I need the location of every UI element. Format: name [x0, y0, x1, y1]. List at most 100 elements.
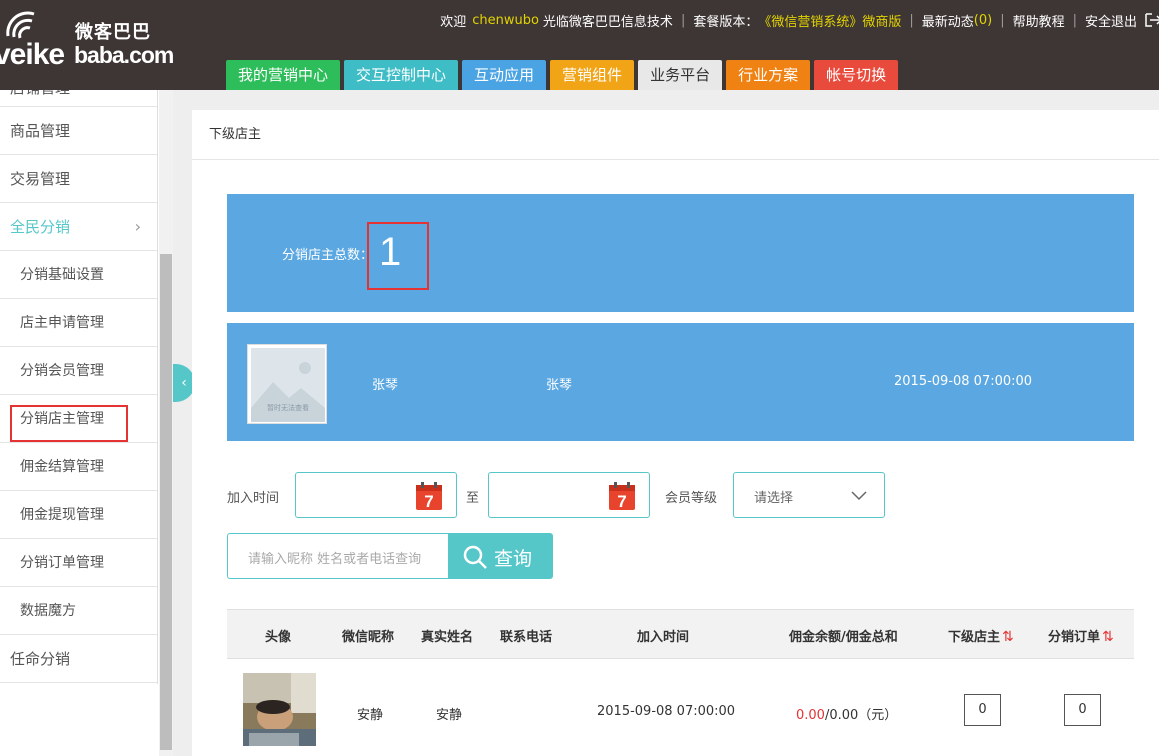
parent-owner-card: 暂时无法查看 张琴 张琴 2015-09-08 07:00:00	[227, 323, 1134, 441]
sidebar-item-distribution[interactable]: 全民分销 ›	[0, 203, 157, 251]
annotation-highlight	[10, 405, 128, 442]
breadcrumb: 下级店主	[192, 110, 1159, 160]
chevron-down-icon	[851, 491, 867, 501]
sidebar-sub-members[interactable]: 分销会员管理	[0, 347, 157, 395]
owner-realname: 张琴	[546, 378, 573, 393]
tab-marketing-center[interactable]: 我的营销中心	[226, 60, 341, 90]
avatar-photo	[243, 673, 316, 746]
sidebar-item-shop[interactable]: 店铺管理	[0, 90, 157, 107]
logout-icon[interactable]	[1145, 12, 1159, 28]
avatar	[243, 673, 316, 746]
package-value[interactable]: 《微信营销系统》微商版	[758, 11, 901, 30]
sidebar-item-appoint[interactable]: 任命分销	[0, 635, 157, 683]
owner-join-time: 2015-09-08 07:00:00	[894, 374, 1033, 389]
chevron-right-icon: ›	[134, 217, 141, 236]
sidebar-sub-commission-settlement[interactable]: 佣金结算管理	[0, 443, 157, 491]
cell-nickname: 安静	[357, 708, 384, 723]
chevron-left-icon: ‹	[181, 375, 187, 391]
search-icon	[463, 545, 487, 569]
welcome-suffix: 光临微客巴巴信息技术	[542, 14, 673, 30]
sort-icon[interactable]: ⇅	[1002, 629, 1014, 645]
sidebar-sub-orders[interactable]: 分销订单管理	[0, 539, 157, 587]
sidebar-scrollbar-thumb[interactable]	[160, 254, 172, 750]
tab-industry-solutions[interactable]: 行业方案	[726, 60, 811, 90]
tab-business-platform[interactable]: 业务平台	[638, 60, 723, 90]
start-date-input[interactable]: 7	[295, 472, 457, 518]
top-header: 微客巴巴 veike baba.com 欢迎 chenwubo 光临微客巴巴信息…	[0, 0, 1159, 90]
help-link[interactable]: 帮助教程	[1013, 11, 1065, 30]
col-avatar: 头像	[265, 630, 292, 645]
sidebar-sub-owner-applications[interactable]: 店主申请管理	[0, 299, 157, 347]
sort-icon[interactable]: ⇅	[1102, 629, 1114, 645]
calendar-icon[interactable]: 7	[609, 482, 635, 510]
logo-cn-text: 微客巴巴	[75, 22, 151, 43]
table-row: 安静 安静 2015-09-08 07:00:00 0.00/0.00（元） 0…	[227, 659, 1134, 756]
package-label: 套餐版本：	[693, 14, 759, 30]
tab-interaction-center[interactable]: 交互控制中心	[344, 60, 459, 90]
sidebar-item-label: 交易管理	[10, 170, 71, 188]
orders-count-button[interactable]: 0	[1064, 694, 1101, 726]
news-count[interactable]: (0)	[974, 13, 992, 28]
cell-commission: 0.00/0.00（元）	[796, 704, 897, 723]
cell-join-time: 2015-09-08 07:00:00	[597, 704, 736, 719]
sidebar-sub-label: 佣金结算管理	[20, 459, 104, 475]
commission-balance: 0.00	[796, 708, 825, 723]
search-button[interactable]: 查询	[448, 533, 553, 579]
sidebar-sub-label: 佣金提现管理	[20, 507, 104, 523]
logo-sub-text: baba.com	[74, 42, 174, 68]
col-sub-owners[interactable]: 下级店主 ⇅	[948, 626, 1014, 645]
end-date-input[interactable]: 7	[488, 472, 650, 518]
commission-total: /0.00（元）	[824, 708, 898, 723]
search-button-label: 查询	[494, 548, 533, 570]
total-label: 分销店主总数：	[282, 248, 374, 263]
sidebar-sub-commission-withdrawal[interactable]: 佣金提现管理	[0, 491, 157, 539]
owner-nickname: 张琴	[372, 378, 399, 393]
logo[interactable]: 微客巴巴 veike baba.com	[0, 8, 180, 78]
sidebar-sub-basic-settings[interactable]: 分销基础设置	[0, 251, 157, 299]
main-panel: 下级店主 分销店主总数： 1 暂时无法查看 张琴 张琴 2015-09-08 0…	[192, 110, 1159, 756]
username: chenwubo	[472, 12, 539, 28]
sidebar-sub-data-cube[interactable]: 数据魔方	[0, 587, 157, 635]
search-placeholder: 请输入昵称 姓名或者电话查询	[248, 552, 422, 567]
sidebar-item-label: 店铺管理	[10, 90, 157, 98]
member-level-label: 会员等级	[665, 491, 718, 506]
sidebar-item-label: 全民分销	[10, 218, 71, 236]
col-sub-owners-label: 下级店主	[948, 630, 1001, 645]
news-link[interactable]: 最新动态	[922, 11, 974, 30]
col-nickname: 微信昵称	[342, 630, 395, 645]
table-header: 头像 微信昵称 真实姓名 联系电话 加入时间 佣金余额/佣金总和 下级店主 ⇅ 分…	[227, 609, 1134, 659]
annotation-highlight	[367, 222, 429, 290]
welcome-text: 欢迎	[440, 14, 467, 30]
tab-interactive-apps[interactable]: 互动应用	[462, 60, 547, 90]
total-summary: 分销店主总数： 1	[227, 194, 1134, 312]
col-commission: 佣金余额/佣金总和	[789, 630, 898, 645]
calendar-day: 7	[617, 492, 626, 510]
top-links: 欢迎 chenwubo 光临微客巴巴信息技术 | 套餐版本： 《微信营销系统》微…	[440, 11, 1159, 30]
col-realname: 真实姓名	[421, 630, 474, 645]
sub-owners-count-button[interactable]: 0	[964, 694, 1001, 726]
col-orders[interactable]: 分销订单 ⇅	[1048, 626, 1114, 645]
sidebar-item-goods[interactable]: 商品管理	[0, 107, 157, 155]
sidebar-sub-label: 分销基础设置	[20, 267, 104, 283]
avatar: 暂时无法查看	[247, 344, 327, 424]
sidebar-item-trade[interactable]: 交易管理	[0, 155, 157, 203]
join-time-label: 加入时间	[227, 491, 280, 506]
calendar-icon[interactable]: 7	[416, 482, 442, 510]
tab-account-switch[interactable]: 帐号切换	[814, 60, 899, 90]
logout-link[interactable]: 安全退出	[1085, 11, 1137, 30]
member-level-select[interactable]: 请选择	[733, 472, 885, 518]
col-phone: 联系电话	[500, 630, 553, 645]
wifi-arcs-icon	[6, 11, 35, 39]
member-level-value: 请选择	[754, 491, 794, 506]
sidebar-item-label: 任命分销	[10, 650, 71, 668]
to-label: 至	[466, 491, 480, 506]
sidebar-sub-label: 分销订单管理	[20, 555, 104, 571]
tab-marketing-components[interactable]: 营销组件	[550, 60, 635, 90]
search-input[interactable]: 请输入昵称 姓名或者电话查询	[227, 533, 449, 579]
main-nav: 我的营销中心 交互控制中心 互动应用 营销组件 业务平台 行业方案 帐号切换	[226, 60, 902, 90]
avatar-placeholder-text: 暂时无法查看	[267, 403, 309, 412]
col-join-time: 加入时间	[637, 630, 690, 645]
sidebar-sub-label: 数据魔方	[20, 603, 76, 619]
sidebar-sub-label: 分销会员管理	[20, 363, 104, 379]
sidebar-item-label: 商品管理	[10, 122, 71, 140]
